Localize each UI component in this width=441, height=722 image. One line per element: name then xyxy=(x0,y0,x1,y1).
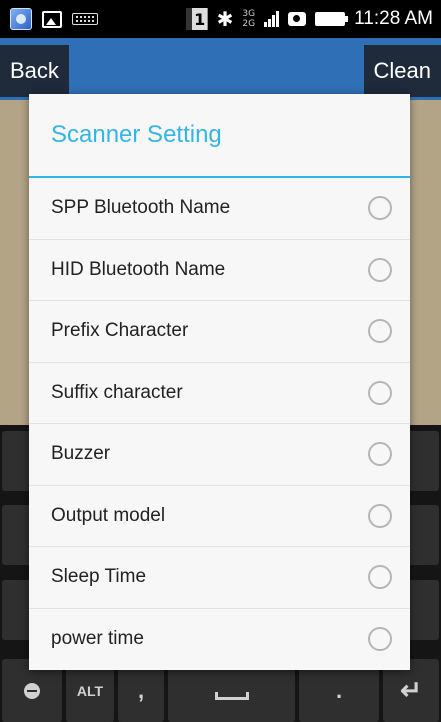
status-bar: 1 ✱ 3G 2G 11:28 AM xyxy=(0,0,441,38)
option-label: SPP Bluetooth Name xyxy=(51,197,231,219)
option-buzzer[interactable]: Buzzer xyxy=(29,424,410,486)
radio-button[interactable] xyxy=(368,627,392,652)
bluetooth-icon: ✱ xyxy=(216,7,234,31)
option-label: Output model xyxy=(51,504,166,526)
camera-icon xyxy=(288,12,307,26)
radio-button[interactable] xyxy=(368,196,392,221)
option-prefix-character[interactable]: Prefix Character xyxy=(29,301,410,363)
battery-icon xyxy=(315,12,349,26)
option-sleep-time[interactable]: Sleep Time xyxy=(29,547,410,609)
radio-button[interactable] xyxy=(368,257,392,282)
sim-indicator: 1 xyxy=(185,8,208,30)
dialog-title: Scanner Setting xyxy=(29,94,410,178)
radio-button[interactable] xyxy=(368,380,392,405)
option-output-model[interactable]: Output model xyxy=(29,486,410,547)
back-button[interactable]: Back xyxy=(0,45,69,97)
signal-strength-icon xyxy=(264,11,280,27)
scanner-setting-dialog: Scanner Setting SPP Bluetooth Name HID B… xyxy=(29,94,410,670)
option-label: Suffix character xyxy=(51,381,183,403)
clock: 11:28 AM xyxy=(354,8,433,29)
option-label: Prefix Character xyxy=(51,320,189,342)
option-suffix-character[interactable]: Suffix character xyxy=(29,363,410,424)
option-list: SPP Bluetooth Name HID Bluetooth Name Pr… xyxy=(29,178,410,670)
radio-button[interactable] xyxy=(368,319,392,344)
option-power-time[interactable]: power time xyxy=(29,609,410,671)
action-bar: Back Clean xyxy=(0,38,441,100)
option-label: Buzzer xyxy=(51,443,111,465)
app-notification-icon xyxy=(10,8,32,30)
option-label: HID Bluetooth Name xyxy=(51,258,226,280)
option-hid-bluetooth-name[interactable]: HID Bluetooth Name xyxy=(29,240,410,301)
radio-button[interactable] xyxy=(368,503,392,528)
option-label: power time xyxy=(51,628,144,650)
radio-button[interactable] xyxy=(368,442,392,467)
radio-button[interactable] xyxy=(368,565,392,590)
clean-button[interactable]: Clean xyxy=(363,45,441,97)
option-spp-bluetooth-name[interactable]: SPP Bluetooth Name xyxy=(29,178,410,240)
network-type-bottom: 2G xyxy=(242,19,256,29)
option-label: Sleep Time xyxy=(51,566,147,588)
network-type: 3G 2G xyxy=(242,9,255,29)
network-type-top: 3G xyxy=(242,9,256,19)
keyboard-notification-icon xyxy=(72,13,98,25)
image-notification-icon xyxy=(42,10,62,28)
